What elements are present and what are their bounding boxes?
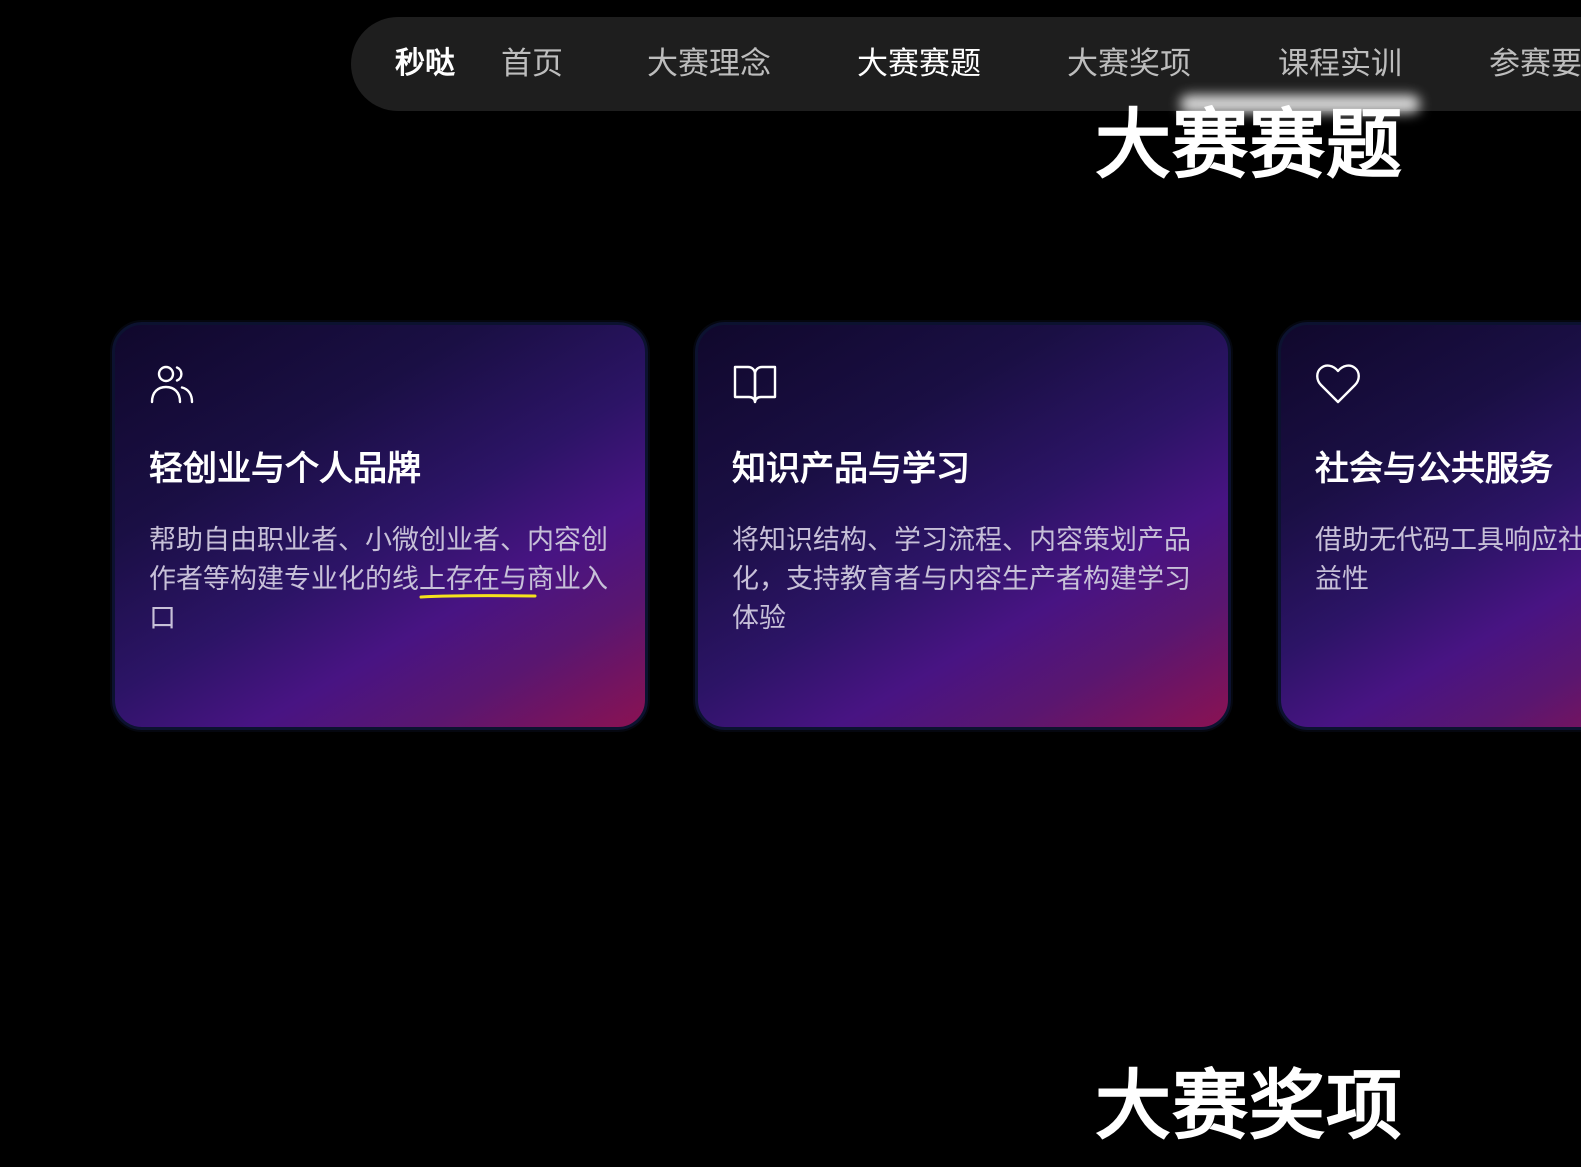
- highlight-underline: [419, 594, 537, 599]
- card-title: 知识产品与学习: [732, 449, 970, 489]
- nav-glow-highlight: [1180, 95, 1420, 113]
- card-description: 帮助自由职业者、小微创业者、内容创作者等构建专业化的线上存在与商业入口: [149, 525, 608, 634]
- nav-item-awards[interactable]: 大赛奖项: [1067, 46, 1191, 82]
- nav-item-home[interactable]: 首页: [501, 46, 563, 82]
- nav-item-philosophy[interactable]: 大赛理念: [647, 46, 771, 82]
- topic-card-personal-brand[interactable]: 轻创业与个人品牌 帮助自由职业者、小微创业者、内容创作者等构建专业化的线上存在与…: [112, 322, 648, 730]
- nav-item-training[interactable]: 课程实训: [1278, 46, 1402, 82]
- users-icon: [149, 361, 195, 407]
- heart-icon: [1315, 361, 1361, 407]
- nav-item-participation[interactable]: 参赛要: [1489, 46, 1581, 82]
- section-title-topics: 大赛赛题: [1095, 100, 1403, 189]
- page: 秒哒 首页 大赛理念 大赛赛题 大赛奖项 课程实训 参赛要 大赛赛题 轻创业与个…: [0, 0, 1581, 1167]
- book-open-icon: [732, 361, 778, 407]
- card-description: 借助无代码工具响应社会需求，提升公共参与、公益性: [1315, 525, 1581, 595]
- nav-brand-logo[interactable]: 秒哒: [395, 46, 455, 82]
- card-description: 将知识结构、学习流程、内容策划产品化，支持教育者与内容生产者构建学习体验: [732, 525, 1191, 634]
- card-title: 轻创业与个人品牌: [149, 449, 421, 489]
- topic-card-public-service[interactable]: 社会与公共服务 借助无代码工具响应社会需求，提升公共参与、公益性: [1278, 322, 1581, 730]
- section-title-awards: 大赛奖项: [1095, 1061, 1403, 1150]
- topic-card-knowledge-learning[interactable]: 知识产品与学习 将知识结构、学习流程、内容策划产品化，支持教育者与内容生产者构建…: [695, 322, 1231, 730]
- card-title: 社会与公共服务: [1315, 449, 1553, 489]
- nav-item-topics[interactable]: 大赛赛题: [857, 46, 981, 82]
